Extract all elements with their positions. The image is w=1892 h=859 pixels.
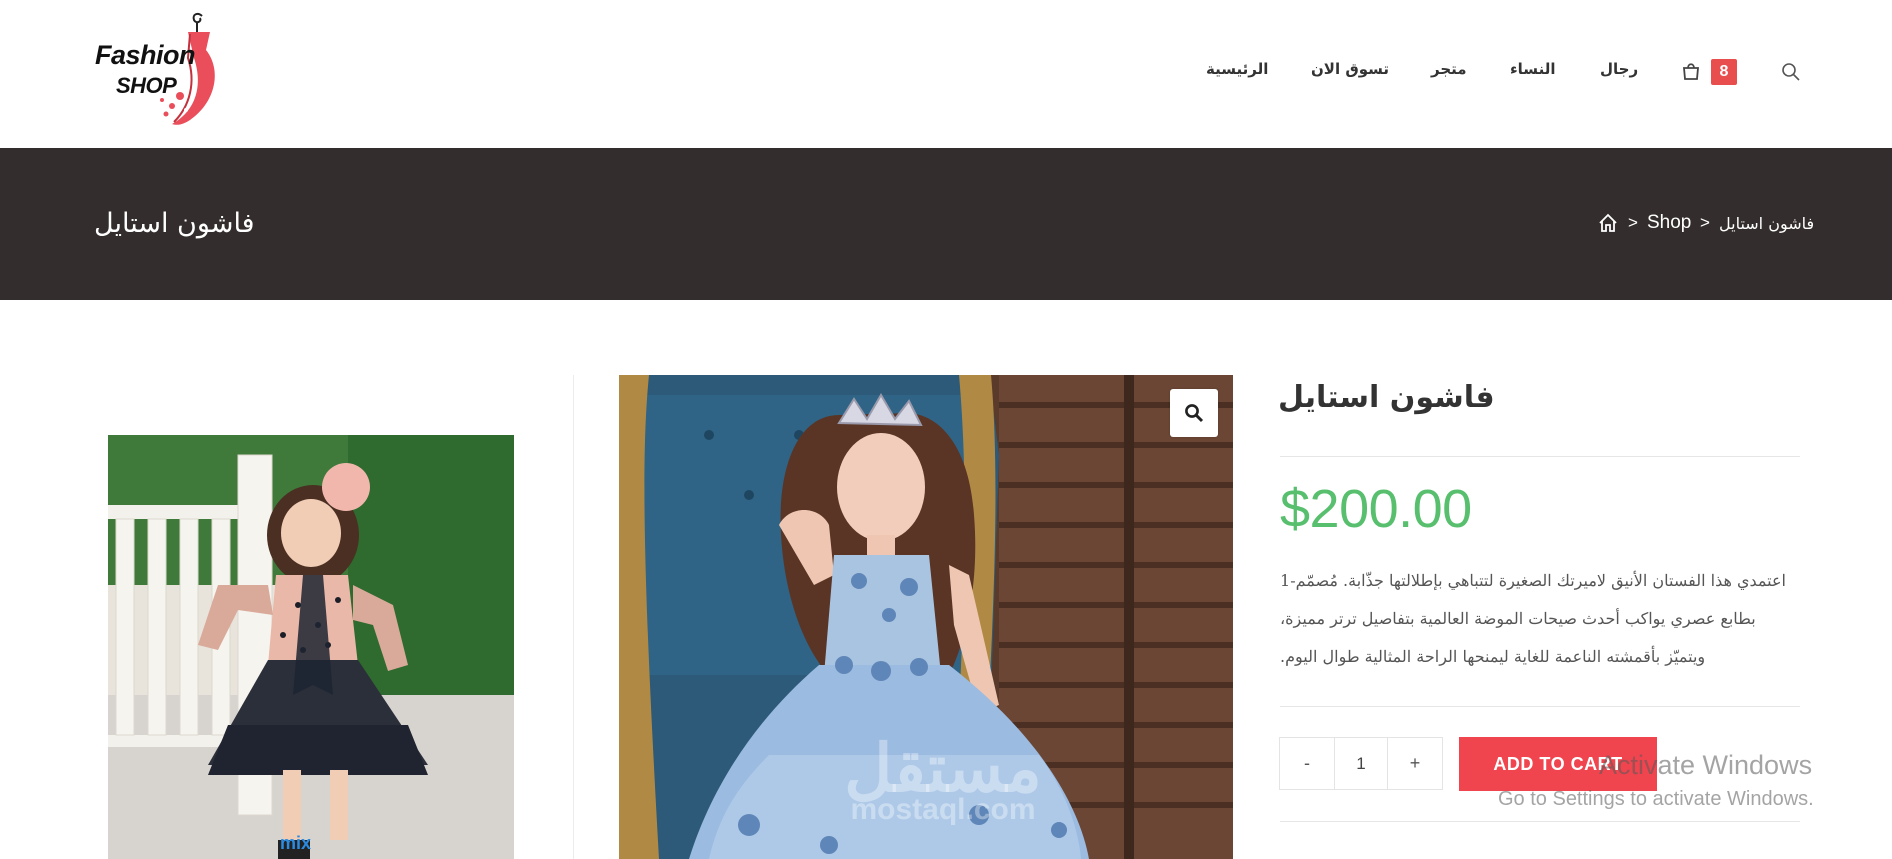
nav-item-men[interactable]: رجال [1600,60,1638,78]
search-icon[interactable] [1781,62,1801,82]
dress-logo-icon [160,12,215,125]
product-price: $200.00 [1280,479,1472,539]
site-logo[interactable]: Fashion SHOP [92,10,232,135]
summary-divider [1280,821,1800,822]
logo-text-fashion: Fashion [95,40,196,70]
site-header: Fashion SHOP الرئيسية تسوق الان متجر الن… [0,0,1892,148]
quantity-input[interactable]: 1 [1334,738,1388,789]
bag-icon[interactable] [1681,61,1701,81]
summary-divider [1280,456,1800,457]
nav-item-women[interactable]: النساء [1510,60,1555,78]
cart-count-badge[interactable]: 8 [1711,59,1737,85]
site-watermark: مستقل mostaql.com [828,735,1058,825]
girl-dark-dress-photo: mix [108,435,514,859]
product-description-line-3: ويتميّز بأقمشته الناعمة للغاية ليمنحها ا… [1280,647,1706,666]
page-title: فاشون استايل [94,208,255,239]
windows-activation-subtitle: Go to Settings to activate Windows. [1498,788,1814,810]
summary-divider [1280,706,1800,707]
quantity-stepper: - 1 + [1279,737,1443,790]
product-description-line-2: بطابع عصري يواكب أحدث صيحات الموضة العال… [1280,609,1756,628]
magnifier-icon [1185,404,1204,423]
product-description-line-1: اعتمدي هذا الفستان الأنيق لاميرتك الصغير… [1280,571,1786,590]
home-icon[interactable] [1597,212,1619,234]
svg-text:mix: mix [280,833,311,853]
sidebar-divider [573,375,574,859]
breadcrumb-separator: > [1700,213,1710,232]
windows-activation-title: Activate Windows [1599,750,1813,780]
breadcrumb-current: فاشون استايل [1719,214,1815,233]
quantity-increase-button[interactable]: + [1388,738,1442,789]
site-watermark-domain: mostaql.com [850,793,1036,826]
logo-text-shop: SHOP [116,73,177,98]
product-title: فاشون استايل [1278,380,1495,415]
nav-item-store[interactable]: متجر [1431,60,1467,78]
quantity-decrease-button[interactable]: - [1280,738,1334,789]
site-watermark-arabic: مستقل [844,731,1042,805]
nav-item-shop-now[interactable]: تسوق الان [1311,60,1389,78]
breadcrumb-shop[interactable]: Shop [1647,212,1691,234]
related-product-image[interactable]: mix [108,435,514,859]
main-product-image[interactable]: مستقل mostaql.com [619,375,1233,859]
breadcrumb-separator: > [1628,213,1638,232]
nav-item-home[interactable]: الرئيسية [1206,60,1268,78]
image-zoom-button[interactable] [1170,389,1218,437]
